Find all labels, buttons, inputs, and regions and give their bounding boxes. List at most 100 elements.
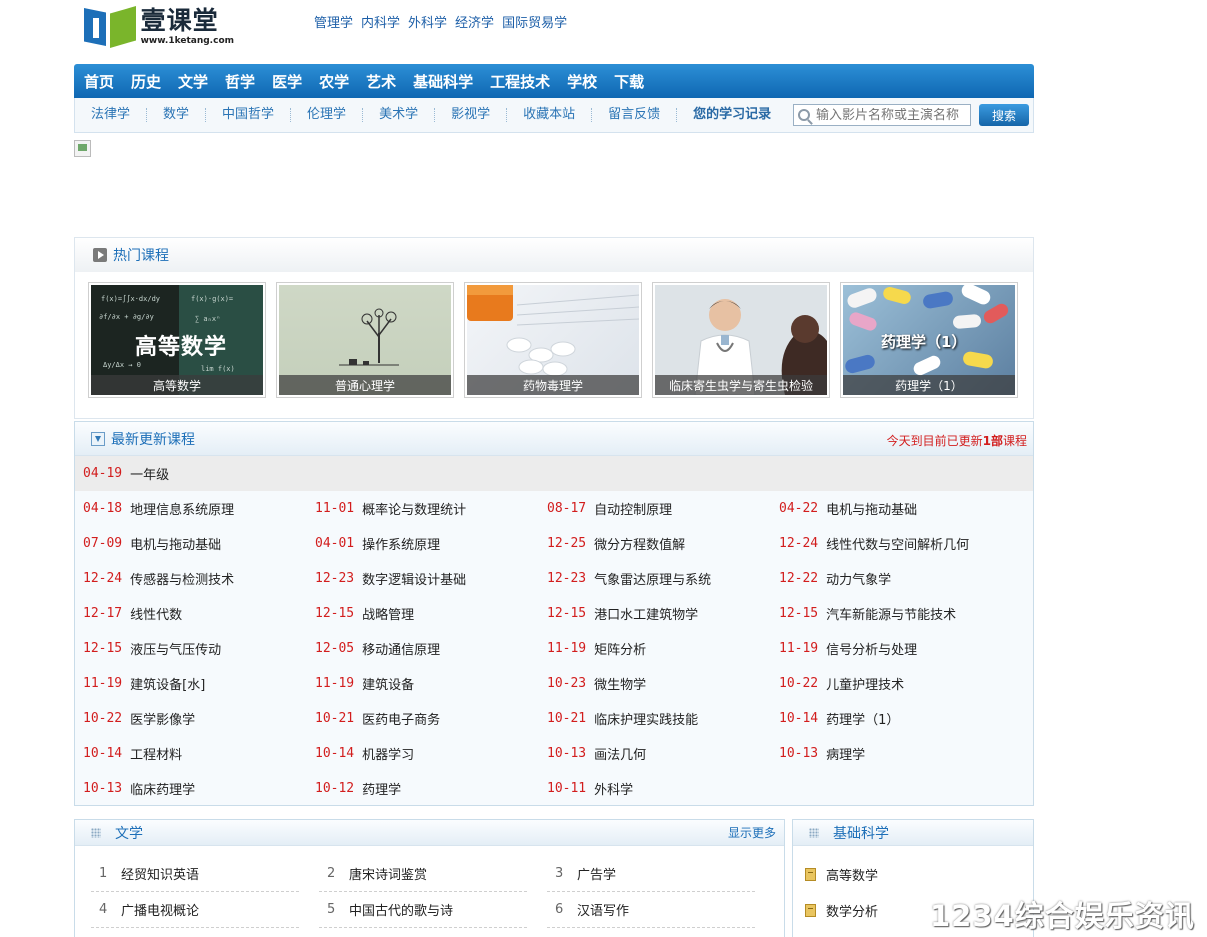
course-name[interactable]: 移动通信原理 (362, 639, 440, 658)
literature-item[interactable]: 1 经贸知识英语 (91, 856, 299, 892)
latest-course-item[interactable]: 11-19 建筑设备[水] (83, 666, 315, 701)
search-input[interactable] (816, 107, 966, 123)
course-name[interactable]: 港口水工建筑物学 (594, 604, 698, 623)
course-name[interactable]: 液压与气压传动 (130, 639, 221, 658)
search-button[interactable]: 搜索 (979, 104, 1029, 126)
main-nav-item[interactable]: 农学 (319, 71, 349, 92)
course-name[interactable]: 微生物学 (594, 674, 646, 693)
course-name[interactable]: 临床护理实践技能 (594, 709, 698, 728)
sub-nav-item[interactable]: 中国哲学 (206, 108, 292, 122)
latest-course-item[interactable]: 10-13 病理学 (779, 736, 1011, 771)
sub-nav-item[interactable]: 伦理学 (291, 108, 364, 122)
latest-course-item[interactable]: 04-22 电机与拖动基础 (779, 491, 1011, 526)
course-name[interactable]: 线性代数与空间解析几何 (826, 534, 969, 553)
main-nav-item[interactable]: 艺术 (366, 71, 396, 92)
latest-course-item[interactable]: 10-13 临床药理学 (83, 771, 315, 806)
course-name[interactable]: 临床药理学 (130, 779, 195, 798)
course-card[interactable]: 普通心理学 (276, 282, 454, 398)
course-name[interactable]: 微分方程数值解 (594, 534, 685, 553)
top-link[interactable]: 内科学 (361, 12, 400, 31)
sub-nav-item[interactable]: 收藏本站 (507, 108, 593, 122)
latest-course-item[interactable]: 12-23 数字逻辑设计基础 (315, 561, 547, 596)
course-name[interactable]: 自动控制原理 (594, 499, 672, 518)
literature-title[interactable]: 文学 (115, 823, 143, 843)
sub-nav-item[interactable]: 影视学 (435, 108, 508, 122)
latest-course-item[interactable]: 12-15 液压与气压传动 (83, 631, 315, 666)
site-logo[interactable]: 壹课堂 www.1ketang.com (84, 6, 234, 50)
top-link[interactable]: 管理学 (314, 12, 353, 31)
latest-course-item[interactable]: 12-15 港口水工建筑物学 (547, 596, 779, 631)
latest-course-item[interactable]: 11-01 概率论与数理统计 (315, 491, 547, 526)
main-nav-item[interactable]: 文学 (178, 71, 208, 92)
course-name[interactable]: 传感器与检测技术 (130, 569, 234, 588)
course-card[interactable]: 药理学（1） 药理学（1） (840, 282, 1018, 398)
latest-course-item[interactable]: 04-19 一年级 (83, 464, 169, 483)
science-item[interactable]: 高等数学 (805, 856, 878, 892)
latest-course-item[interactable]: 12-17 线性代数 (83, 596, 315, 631)
main-nav-item[interactable]: 工程技术 (490, 71, 550, 92)
literature-item[interactable]: 3 广告学 (547, 856, 755, 892)
course-name[interactable]: 战略管理 (362, 604, 414, 623)
latest-course-item[interactable]: 10-14 机器学习 (315, 736, 547, 771)
latest-course-item[interactable]: 11-19 矩阵分析 (547, 631, 779, 666)
course-name[interactable]: 操作系统原理 (362, 534, 440, 553)
course-name[interactable]: 动力气象学 (826, 569, 891, 588)
course-name[interactable]: 建筑设备 (362, 674, 414, 693)
main-nav-item[interactable]: 学校 (567, 71, 597, 92)
course-name[interactable]: 药理学（1） (826, 709, 899, 728)
literature-item[interactable]: 6 汉语写作 (547, 892, 755, 928)
latest-course-item[interactable]: 04-18 地理信息系统原理 (83, 491, 315, 526)
latest-course-item[interactable]: 12-15 战略管理 (315, 596, 547, 631)
sub-nav-item[interactable]: 法律学 (75, 108, 148, 122)
course-name[interactable]: 药理学 (362, 779, 401, 798)
latest-course-item[interactable]: 12-22 动力气象学 (779, 561, 1011, 596)
latest-course-item[interactable]: 10-21 临床护理实践技能 (547, 701, 779, 736)
course-name[interactable]: 外科学 (594, 779, 633, 798)
course-name[interactable]: 一年级 (130, 464, 169, 483)
course-name[interactable]: 电机与拖动基础 (826, 499, 917, 518)
latest-course-item[interactable]: 11-19 建筑设备 (315, 666, 547, 701)
course-name[interactable]: 医药电子商务 (362, 709, 440, 728)
sub-nav-item[interactable]: 数学 (147, 108, 207, 122)
course-name[interactable]: 工程材料 (130, 744, 182, 763)
course-name[interactable]: 矩阵分析 (594, 639, 646, 658)
literature-item[interactable]: 4 广播电视概论 (91, 892, 299, 928)
latest-course-item[interactable]: 12-24 传感器与检测技术 (83, 561, 315, 596)
latest-course-item[interactable]: 10-23 微生物学 (547, 666, 779, 701)
latest-course-item[interactable]: 12-23 气象雷达原理与系统 (547, 561, 779, 596)
course-name[interactable]: 概率论与数理统计 (362, 499, 466, 518)
science-item[interactable]: 数学分析 (805, 892, 878, 928)
latest-course-item[interactable]: 11-19 信号分析与处理 (779, 631, 1011, 666)
course-name[interactable]: 地理信息系统原理 (130, 499, 234, 518)
course-name[interactable]: 电机与拖动基础 (130, 534, 221, 553)
course-name[interactable]: 建筑设备[水] (130, 674, 205, 693)
latest-course-item[interactable]: 10-11 外科学 (547, 771, 779, 806)
basic-science-title[interactable]: 基础科学 (833, 823, 889, 843)
course-name[interactable]: 数字逻辑设计基础 (362, 569, 466, 588)
sub-nav-item[interactable]: 留言反馈 (592, 108, 678, 122)
show-more-link[interactable]: 显示更多 (728, 824, 776, 841)
course-name[interactable]: 医学影像学 (130, 709, 195, 728)
latest-course-item[interactable]: 12-15 汽车新能源与节能技术 (779, 596, 1011, 631)
literature-item[interactable]: 5 中国古代的歌与诗 (319, 892, 527, 928)
course-name[interactable]: 气象雷达原理与系统 (594, 569, 711, 588)
top-link[interactable]: 国际贸易学 (502, 12, 567, 31)
sub-nav-item[interactable]: 美术学 (363, 108, 436, 122)
main-nav-item[interactable]: 下载 (614, 71, 644, 92)
top-link[interactable]: 经济学 (455, 12, 494, 31)
latest-course-item[interactable]: 10-22 医学影像学 (83, 701, 315, 736)
course-name[interactable]: 病理学 (826, 744, 865, 763)
course-card[interactable]: 临床寄生虫学与寄生虫检验 (652, 282, 830, 398)
course-name[interactable]: 信号分析与处理 (826, 639, 917, 658)
main-nav-item[interactable]: 历史 (131, 71, 161, 92)
latest-course-item[interactable]: 10-14 工程材料 (83, 736, 315, 771)
latest-course-item[interactable]: 10-12 药理学 (315, 771, 547, 806)
latest-course-item[interactable]: 10-14 药理学（1） (779, 701, 1011, 736)
latest-course-item[interactable]: 12-05 移动通信原理 (315, 631, 547, 666)
latest-course-item[interactable]: 12-24 线性代数与空间解析几何 (779, 526, 1011, 561)
latest-course-item[interactable]: 10-22 儿童护理技术 (779, 666, 1011, 701)
literature-item[interactable]: 2 唐宋诗词鉴赏 (319, 856, 527, 892)
course-name[interactable]: 儿童护理技术 (826, 674, 904, 693)
latest-course-item[interactable]: 07-09 电机与拖动基础 (83, 526, 315, 561)
latest-course-item[interactable]: 10-21 医药电子商务 (315, 701, 547, 736)
